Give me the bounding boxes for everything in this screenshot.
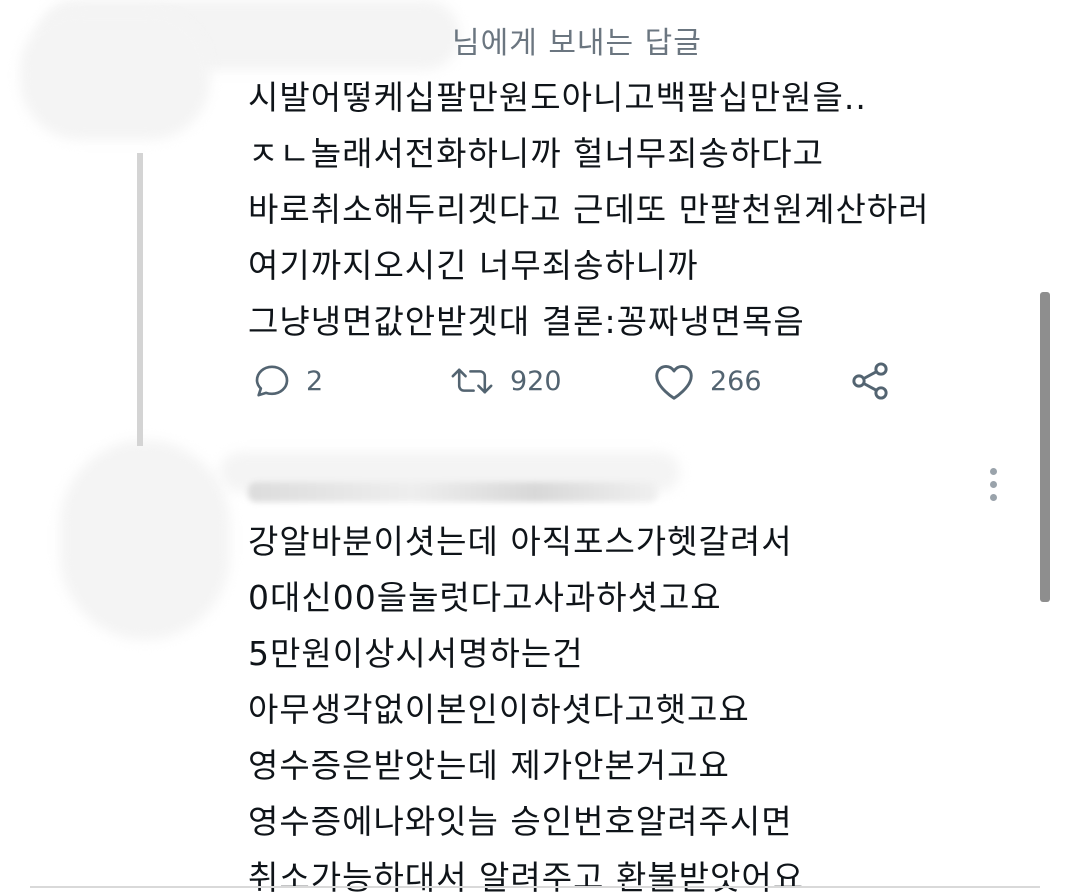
tweet-body: 시발어떻케십팔만원도아니고백팔십만원을.. ㅈㄴ놀래서전화하니까 헐너무죄송하다… [248, 70, 930, 350]
tweet-thread-screen: 님에게 보내는 답글 시발어떻케십팔만원도아니고백팔십만원을.. ㅈㄴ놀래서전화… [0, 0, 1080, 896]
retweet-count: 920 [510, 365, 562, 397]
tweet-line: 여기까지오시긴 너무죄송하니까 [248, 246, 699, 285]
tweet-line: 아무생각없이본인이하셧다고햇고요 [248, 690, 750, 729]
thread-connector-line [137, 153, 143, 446]
tweet-line: 0대신00을눌럿다고사과하셧고요 [248, 578, 722, 617]
tweet-line: 강알바분이셧는데 아직포스가헷갈려서 [248, 522, 793, 561]
reply-button[interactable]: 2 [252, 356, 323, 406]
like-button[interactable]: 266 [652, 356, 762, 406]
like-count: 266 [710, 365, 762, 397]
tweet-line: 영수증은받앗는데 제가안본거고요 [248, 746, 730, 785]
retweet-button[interactable]: 920 [448, 356, 562, 406]
tweet-line: 시발어떻케십팔만원도아니고백팔십만원을.. [248, 78, 867, 117]
reply-context-label[interactable]: 님에게 보내는 답글 [452, 18, 702, 62]
reply-icon [252, 361, 292, 401]
tweet-line: 영수증에나와잇늠 승인번호알려주시면 [248, 802, 793, 841]
tweet-line: 취소가능하대서 알려주고 환불받앗어요 [248, 858, 805, 896]
tweet-line: 그냥냉면값안받겟대 결론:꽁짜냉면목음 [248, 302, 805, 341]
tweet-line: 바로취소해두리겟다고 근데또 만팔천원계산하러 [248, 190, 930, 229]
divider [30, 886, 1040, 888]
tweet-action-bar: 2 920 266 [252, 356, 912, 406]
redacted-avatar-top [20, 10, 210, 140]
retweet-icon [448, 361, 496, 401]
scrollbar-thumb[interactable] [1040, 292, 1050, 602]
redacted-header-text [248, 482, 658, 502]
share-icon [848, 359, 892, 403]
more-vertical-icon[interactable] [984, 466, 1004, 506]
tweet-line: 5만원이상시서명하는건 [248, 634, 584, 673]
tweet-line: ㅈㄴ놀래서전화하니까 헐너무죄송하다고 [248, 134, 824, 173]
redacted-avatar-second [60, 440, 230, 640]
heart-icon [652, 361, 696, 401]
reply-count: 2 [306, 365, 324, 397]
share-button[interactable] [848, 356, 892, 406]
tweet-body: 강알바분이셧는데 아직포스가헷갈려서 0대신00을눌럿다고사과하셧고요 5만원이… [248, 514, 804, 896]
